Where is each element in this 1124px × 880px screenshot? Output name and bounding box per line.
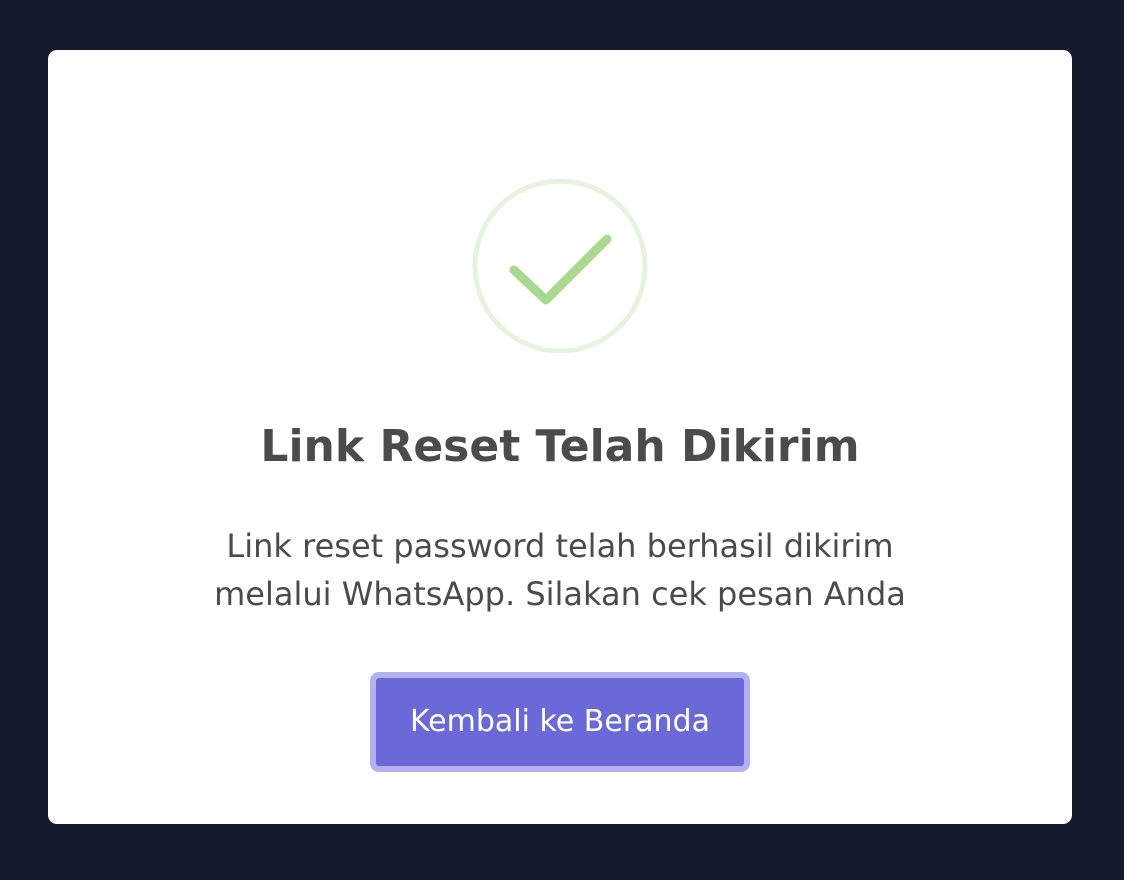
back-to-home-button[interactable]: Kembali ke Beranda (370, 672, 750, 772)
success-dialog: Link Reset Telah Dikirim Link reset pass… (48, 50, 1072, 824)
check-circle-svg (472, 178, 648, 354)
dialog-message: Link reset password telah berhasil dikir… (48, 522, 1072, 618)
check-circle-icon (471, 177, 649, 355)
dialog-message-line-1: Link reset password telah berhasil dikir… (226, 527, 894, 565)
checkmark (509, 234, 612, 305)
dialog-title: Link Reset Telah Dikirim (260, 421, 860, 472)
success-ring (472, 178, 648, 354)
dialog-message-line-2: melalui WhatsApp. Silakan cek pesan Anda (214, 575, 906, 613)
